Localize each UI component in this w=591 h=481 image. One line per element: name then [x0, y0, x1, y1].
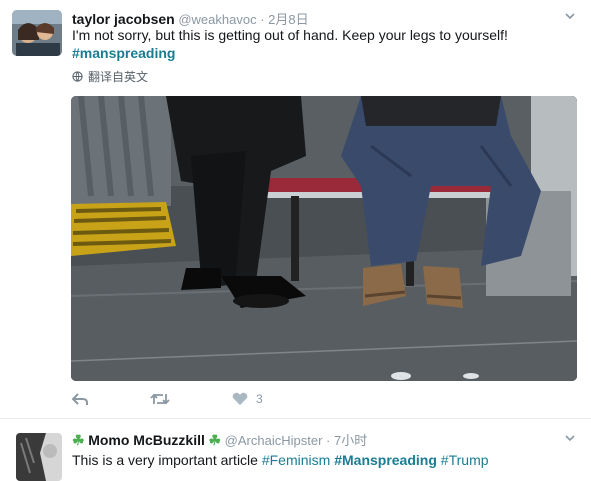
- heart-icon: [232, 392, 248, 405]
- reply-icon[interactable]: [72, 392, 88, 406]
- clover-icon: ☘: [208, 432, 222, 448]
- translate-label: 翻译自英文: [88, 70, 149, 84]
- translate-link[interactable]: 翻译自英文: [72, 68, 148, 85]
- tweet: ☘ Momo McBuzzkill ☘ @ArchaicHipster · 7小…: [0, 419, 591, 481]
- chevron-down-icon[interactable]: [565, 433, 575, 443]
- avatar[interactable]: [12, 10, 62, 56]
- tweet: taylor jacobsen @weakhavoc · 2月8日 I'm no…: [0, 0, 591, 418]
- like-count: 3: [256, 392, 263, 406]
- user-handle[interactable]: @ArchaicHipster: [225, 433, 323, 448]
- clover-icon: ☘: [72, 432, 85, 448]
- tweet-header: ☘ Momo McBuzzkill ☘ @ArchaicHipster · 7小…: [72, 430, 367, 449]
- like-button[interactable]: 3: [232, 392, 263, 406]
- tweet-actions: 3: [72, 392, 263, 406]
- chevron-down-icon[interactable]: [565, 11, 575, 21]
- display-name[interactable]: Momo McBuzzkill: [88, 432, 205, 448]
- timestamp[interactable]: 7小时: [334, 433, 367, 448]
- hashtag-link[interactable]: #Manspreading: [334, 452, 437, 468]
- tweet-text: This is a very important article #Femini…: [72, 450, 489, 470]
- retweet-icon[interactable]: [150, 392, 170, 406]
- hashtag-link[interactable]: #manspreading: [72, 45, 175, 61]
- tweet-text-prefix: This is a very important article: [72, 452, 262, 468]
- hashtag-link[interactable]: #Trump: [441, 452, 489, 468]
- separator-dot: ·: [326, 433, 331, 448]
- hashtag-link[interactable]: #Feminism: [262, 452, 330, 468]
- tweet-text: I'm not sorry, but this is getting out o…: [72, 27, 508, 43]
- tweet-photo[interactable]: [71, 96, 577, 381]
- globe-icon: [72, 71, 83, 82]
- avatar[interactable]: [16, 433, 62, 481]
